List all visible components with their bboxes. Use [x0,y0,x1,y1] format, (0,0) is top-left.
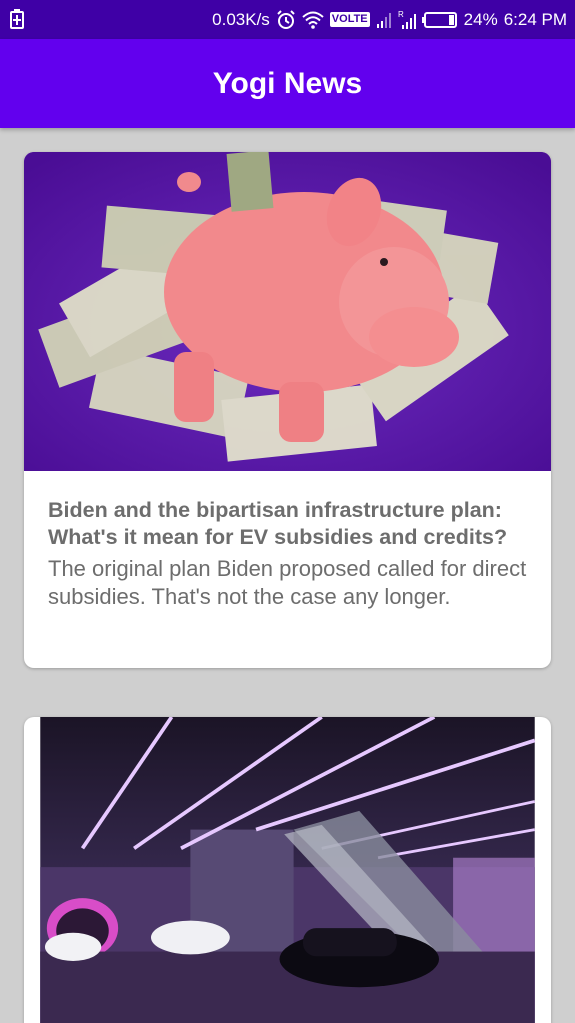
app-bar: Yogi News [0,39,575,128]
article-description: The original plan Biden proposed called … [48,556,527,609]
clock: 6:24 PM [503,9,567,29]
article-title: Biden and the bipartisan infrastructure … [48,498,508,549]
svg-text:R: R [398,10,404,19]
wifi-icon [302,11,324,29]
news-card[interactable]: Biden and the bipartisan infrastructure … [24,152,551,668]
status-bar: 0.03K/s VOLTE R 24% 6:24 PM [0,0,575,39]
signal-icon [376,11,392,29]
battery-icon [421,11,458,29]
signal-roaming-icon: R [398,10,416,30]
app-title: Yogi News [212,66,363,100]
alarm-icon [276,9,296,30]
article-image [24,152,551,471]
article-image [40,717,536,1023]
news-feed[interactable]: Biden and the bipartisan infrastructure … [0,128,575,1023]
battery-charging-icon [10,9,24,29]
network-speed: 0.03K/s [212,9,270,29]
news-card[interactable] [24,717,551,1023]
volte-icon: VOLTE [329,12,370,27]
battery-percent: 24% [463,9,498,29]
